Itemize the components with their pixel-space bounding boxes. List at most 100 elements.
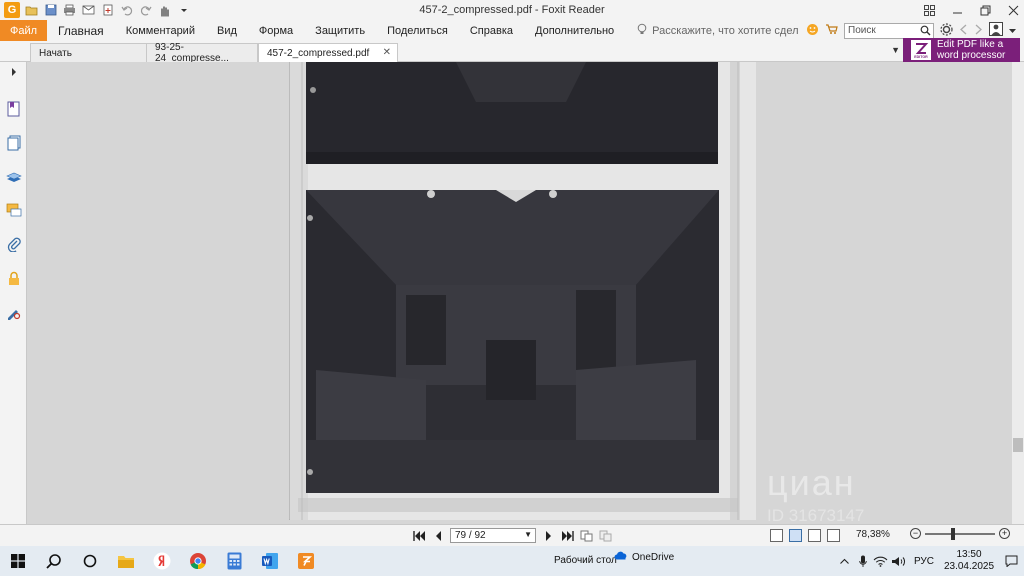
tab-protect[interactable]: Защитить (304, 20, 376, 41)
comments-icon[interactable] (5, 202, 22, 219)
zoom-out-icon[interactable]: − (910, 528, 921, 539)
tab-document-1[interactable]: 93-25-24_compresse... (146, 42, 258, 64)
system-clock[interactable]: 13:50 23.04.2025 (940, 549, 998, 573)
title-bar: G 457-2_compressed.pdf - Foxit Reader (0, 0, 1024, 20)
edit-pdf-promo-banner[interactable]: EDITOR Edit PDF like a word processor (903, 38, 1020, 62)
back-arrow-icon[interactable] (959, 24, 968, 38)
print-icon[interactable] (62, 3, 77, 17)
yandex-browser-icon[interactable] (144, 546, 180, 576)
close-tab-icon[interactable]: ✕ (383, 47, 391, 58)
next-view-icon[interactable] (599, 529, 612, 543)
first-page-icon[interactable] (412, 529, 425, 543)
zoom-in-icon[interactable]: + (999, 528, 1010, 539)
restore-icon[interactable] (978, 3, 992, 17)
input-language[interactable]: РУС (908, 556, 940, 567)
volume-icon[interactable] (890, 552, 908, 570)
vertical-scroll-thumb[interactable] (1013, 438, 1023, 452)
search-icon[interactable] (920, 25, 931, 39)
page-number-input[interactable]: 79 / 92 ▼ (450, 528, 536, 543)
save-icon[interactable] (43, 3, 58, 17)
single-page-view-icon[interactable] (770, 529, 783, 542)
tab-extras[interactable]: Дополнительно (524, 20, 625, 41)
tab-file[interactable]: Файл (0, 20, 47, 41)
document-viewport[interactable]: циан ID 31673147 (27, 62, 1024, 524)
tab-document-2[interactable]: 457-2_compressed.pdf ✕ (258, 43, 398, 62)
tell-me-box[interactable]: Расскажите, что хотите сдел (637, 23, 799, 39)
tab-view[interactable]: Вид (206, 20, 248, 41)
foxit-editor-logo-icon: EDITOR (911, 40, 931, 60)
tabs-dropdown-icon[interactable]: ▼ (891, 45, 900, 55)
tab-share[interactable]: Поделиться (376, 20, 459, 41)
page-number-value: 79 / 92 (455, 530, 486, 541)
zoom-level[interactable]: 78,38% (856, 529, 890, 540)
attachments-icon[interactable] (5, 236, 22, 253)
onedrive-label: OneDrive (632, 551, 675, 563)
new-page-icon[interactable] (100, 3, 115, 17)
vertical-scrollbar[interactable] (1012, 62, 1024, 524)
foxit-logo-icon[interactable]: G (4, 2, 20, 18)
continuous-facing-view-icon[interactable] (827, 529, 840, 542)
file-explorer-icon[interactable] (108, 546, 144, 576)
page-view-modes (770, 529, 840, 542)
tray-chevron-icon[interactable] (836, 552, 854, 570)
promo-text: Edit PDF like a word processor (937, 39, 1005, 61)
continuous-view-icon[interactable] (789, 529, 802, 542)
tab-help[interactable]: Справка (459, 20, 524, 41)
page-dropdown-icon[interactable]: ▼ (524, 530, 532, 539)
redo-icon[interactable] (138, 3, 153, 17)
open-folder-icon[interactable] (24, 3, 39, 17)
tab-home[interactable]: Главная (47, 20, 115, 41)
email-icon[interactable] (81, 3, 96, 17)
taskbar-search-icon[interactable] (36, 546, 72, 576)
onedrive-status[interactable]: OneDrive (614, 551, 674, 563)
settings-gear-icon[interactable] (940, 22, 953, 39)
tab-form[interactable]: Форма (248, 20, 304, 41)
zoom-slider[interactable] (925, 527, 995, 540)
notifications-icon[interactable] (998, 552, 1024, 570)
expand-sidebar-icon[interactable] (5, 66, 22, 78)
last-page-icon[interactable] (561, 529, 574, 543)
ribbon-right-tools: Поиск (806, 22, 1016, 39)
customize-toolbar-icon[interactable] (176, 3, 191, 17)
foxit-reader-taskbar-icon[interactable] (288, 546, 324, 576)
previous-page-icon[interactable] (431, 529, 444, 543)
security-lock-icon[interactable] (5, 270, 22, 287)
microphone-icon[interactable] (854, 552, 872, 570)
scanned-photo-top (306, 62, 718, 164)
wifi-icon[interactable] (872, 552, 890, 570)
chrome-icon[interactable] (180, 546, 216, 576)
system-tray: РУС 13:50 23.04.2025 (836, 546, 1024, 576)
tab-comment[interactable]: Комментарий (115, 20, 206, 41)
lightbulb-icon (637, 23, 647, 39)
calculator-icon[interactable] (216, 546, 252, 576)
onedrive-cloud-icon (614, 551, 628, 563)
facing-view-icon[interactable] (808, 529, 821, 542)
account-dropdown-icon[interactable] (1009, 25, 1016, 37)
signature-icon[interactable] (5, 304, 22, 321)
windows-start-icon[interactable] (0, 546, 36, 576)
layers-icon[interactable] (5, 168, 22, 185)
desktop-toolbar-label[interactable]: Рабочий стол (554, 555, 617, 566)
photo-top-image (306, 62, 718, 164)
task-view-icon[interactable] (72, 546, 108, 576)
word-icon[interactable] (252, 546, 288, 576)
shop-cart-icon[interactable] (825, 23, 838, 38)
clock-time: 13:50 (956, 549, 982, 560)
undo-icon[interactable] (119, 3, 134, 17)
tab-start[interactable]: Начать (30, 43, 148, 62)
previous-view-icon[interactable] (580, 529, 593, 543)
feedback-smiley-icon[interactable] (806, 23, 819, 39)
page-navigation: 79 / 92 ▼ (412, 528, 612, 543)
user-account-icon[interactable] (989, 22, 1003, 39)
minimize-icon[interactable] (950, 3, 964, 17)
next-page-icon[interactable] (542, 529, 555, 543)
bookmarks-icon[interactable] (5, 100, 22, 117)
forward-arrow-icon[interactable] (974, 24, 983, 38)
zoom-slider-thumb[interactable] (951, 527, 956, 540)
search-input[interactable]: Поиск (844, 22, 934, 39)
hand-tool-icon[interactable] (157, 3, 172, 17)
pages-thumbnails-icon[interactable] (5, 134, 22, 151)
close-icon[interactable] (1006, 3, 1020, 17)
ribbon-display-icon[interactable] (922, 3, 936, 17)
tab-document-1-label: 93-25-24_compresse... (155, 42, 229, 64)
